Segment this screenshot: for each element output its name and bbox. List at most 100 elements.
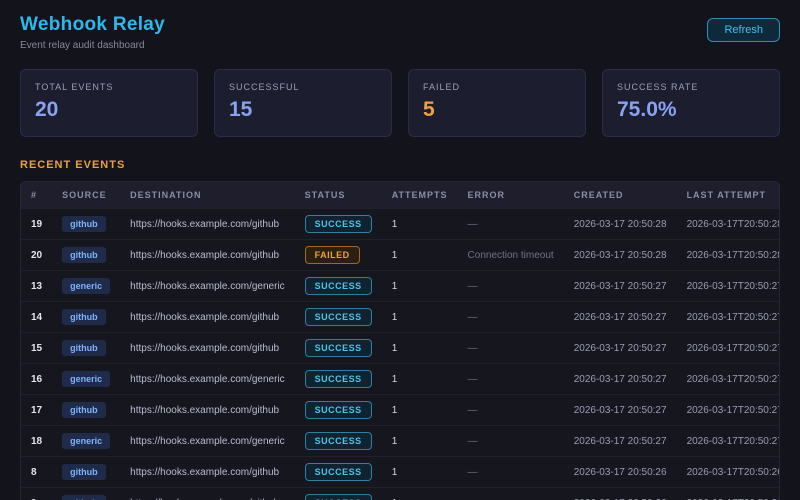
status-badge: SUCCESS: [305, 215, 372, 233]
last-attempt-cell: 2026-03-17T20:50:27.457959+00:00: [677, 333, 780, 364]
table-row: 8 github https://hooks.example.com/github S…: [21, 457, 780, 488]
column-header-source: SOURCE: [52, 182, 120, 209]
stat-label: FAILED: [423, 82, 571, 92]
last-attempt-cell: 2026-03-17T20:50:27.608351+00:00: [677, 364, 780, 395]
destination-cell: https://hooks.example.com/github: [120, 209, 295, 240]
event-id-cell: 16: [21, 364, 52, 395]
column-header-last-attempt: LAST ATTEMPT: [677, 182, 780, 209]
status-badge: SUCCESS: [305, 277, 372, 295]
status-cell: SUCCESS: [295, 333, 382, 364]
status-cell: SUCCESS: [295, 364, 382, 395]
event-id-cell: 13: [21, 271, 52, 302]
refresh-button[interactable]: Refresh: [707, 18, 780, 42]
page-header: Webhook Relay Event relay audit dashboar…: [20, 14, 780, 51]
attempts-cell: 1: [382, 488, 458, 500]
table-row: 19githubhttps://hooks.example.com/github…: [21, 209, 780, 240]
status-cell: FAILED: [295, 240, 382, 271]
source-badge: github: [62, 247, 106, 263]
column-header-error: ERROR: [458, 182, 564, 209]
column-header-id: #: [21, 182, 52, 209]
events-table-body: 19githubhttps://hooks.example.com/github…: [21, 209, 780, 500]
source-cell: github: [52, 457, 120, 488]
destination-cell: https://hooks.example.com/generic: [120, 271, 295, 302]
source-badge: github: [62, 402, 106, 418]
source-cell: generic: [52, 364, 120, 395]
stat-value: 20: [35, 98, 183, 122]
last-attempt-cell: 2026-03-17T20:50:27.232328+00:00: [677, 302, 780, 333]
error-cell: —: [458, 209, 564, 240]
stat-label: TOTAL EVENTS: [35, 82, 183, 92]
event-id-cell: 19: [21, 209, 52, 240]
status-cell: SUCCESS: [295, 395, 382, 426]
last-attempt-cell: 2026-03-17T20:50:27.023404+00:00: [677, 271, 780, 302]
table-row: 14githubhttps://hooks.example.com/github…: [21, 302, 780, 333]
created-cell: 2026-03-17 20:50:28: [564, 240, 677, 271]
event-id-cell: 14: [21, 302, 52, 333]
status-badge: FAILED: [305, 246, 360, 264]
error-cell: —: [458, 488, 564, 500]
event-id-cell: 18: [21, 426, 52, 457]
column-header-destination: DESTINATION: [120, 182, 295, 209]
source-badge: github: [62, 309, 106, 325]
created-cell: 2026-03-17 20:50:28: [564, 209, 677, 240]
created-cell: 2026-03-17 20:50:27: [564, 271, 677, 302]
error-cell: —: [458, 426, 564, 457]
column-header-attempts: ATTEMPTS: [382, 182, 458, 209]
destination-cell: https://hooks.example.com/github: [120, 333, 295, 364]
events-table-container: # SOURCE DESTINATION STATUS ATTEMPTS ERR…: [20, 181, 780, 500]
source-badge: generic: [62, 433, 110, 449]
table-row: 20githubhttps://hooks.example.com/github…: [21, 240, 780, 271]
status-badge: SUCCESS: [305, 494, 372, 500]
source-badge: github: [62, 495, 106, 500]
destination-cell: https://hooks.example.com/github: [120, 240, 295, 271]
events-table: # SOURCE DESTINATION STATUS ATTEMPTS ERR…: [21, 182, 780, 500]
attempts-cell: 1: [382, 271, 458, 302]
created-cell: 2026-03-17 20:50:27: [564, 302, 677, 333]
source-badge: generic: [62, 278, 110, 294]
error-cell: —: [458, 457, 564, 488]
table-row: 15githubhttps://hooks.example.com/github…: [21, 333, 780, 364]
status-badge: SUCCESS: [305, 339, 372, 357]
status-cell: SUCCESS: [295, 488, 382, 500]
last-attempt-cell: 2026-03-17T20:50:26.120617+00:00: [677, 457, 780, 488]
stats-row: TOTAL EVENTS 20 SUCCESSFUL15 FAILED 5 SUCCESS…: [20, 69, 780, 137]
column-header-created: CREATED: [564, 182, 677, 209]
table-row: 13 generic https://hooks.example.com/gener…: [21, 271, 780, 302]
destination-cell: https://hooks.example.com/github: [120, 457, 295, 488]
created-cell: 2026-03-17 20:50:27: [564, 395, 677, 426]
status-cell: SUCCESS: [295, 426, 382, 457]
source-cell: github: [52, 209, 120, 240]
attempts-cell: 1: [382, 457, 458, 488]
source-cell: github: [52, 395, 120, 426]
source-cell: github: [52, 488, 120, 500]
stat-value: 5: [423, 98, 571, 122]
event-id-cell: 8: [21, 457, 52, 488]
status-badge: SUCCESS: [305, 401, 372, 419]
event-id-cell: 17: [21, 395, 52, 426]
page-subtitle: Event relay audit dashboard: [20, 40, 165, 51]
attempts-cell: 1: [382, 302, 458, 333]
stat-value: 15: [229, 98, 377, 122]
status-badge: SUCCESS: [305, 463, 372, 481]
created-cell: 2026-03-17 20:50:27: [564, 364, 677, 395]
attempts-cell: 1: [382, 426, 458, 457]
created-cell: 2026-03-17 20:50:26: [564, 488, 677, 500]
stat-card-total-events: TOTAL EVENTS 20: [20, 69, 198, 137]
attempts-cell: 1: [382, 395, 458, 426]
stat-label: SUCCESS RATE: [617, 82, 765, 92]
status-cell: SUCCESS: [295, 209, 382, 240]
source-badge: github: [62, 464, 106, 480]
last-attempt-cell: 2026-03-17T20:50:27.917418+00:00: [677, 426, 780, 457]
error-cell: —: [458, 395, 564, 426]
status-badge: SUCCESS: [305, 370, 372, 388]
last-attempt-cell: 2026-03-17T20:50:28.218170+00:00: [677, 240, 780, 271]
status-cell: SUCCESS: [295, 271, 382, 302]
page-title: Webhook Relay: [20, 14, 165, 36]
error-cell: —: [458, 302, 564, 333]
stat-card-successful: SUCCESSFUL15: [214, 69, 392, 137]
stat-card-failed: FAILED 5: [408, 69, 586, 137]
table-row: 17 github https://hooks.example.com/github…: [21, 395, 780, 426]
stat-card-success-rate: SUCCESS RATE75.0%: [602, 69, 780, 137]
status-badge: SUCCESS: [305, 432, 372, 450]
destination-cell: https://hooks.example.com/github: [120, 395, 295, 426]
